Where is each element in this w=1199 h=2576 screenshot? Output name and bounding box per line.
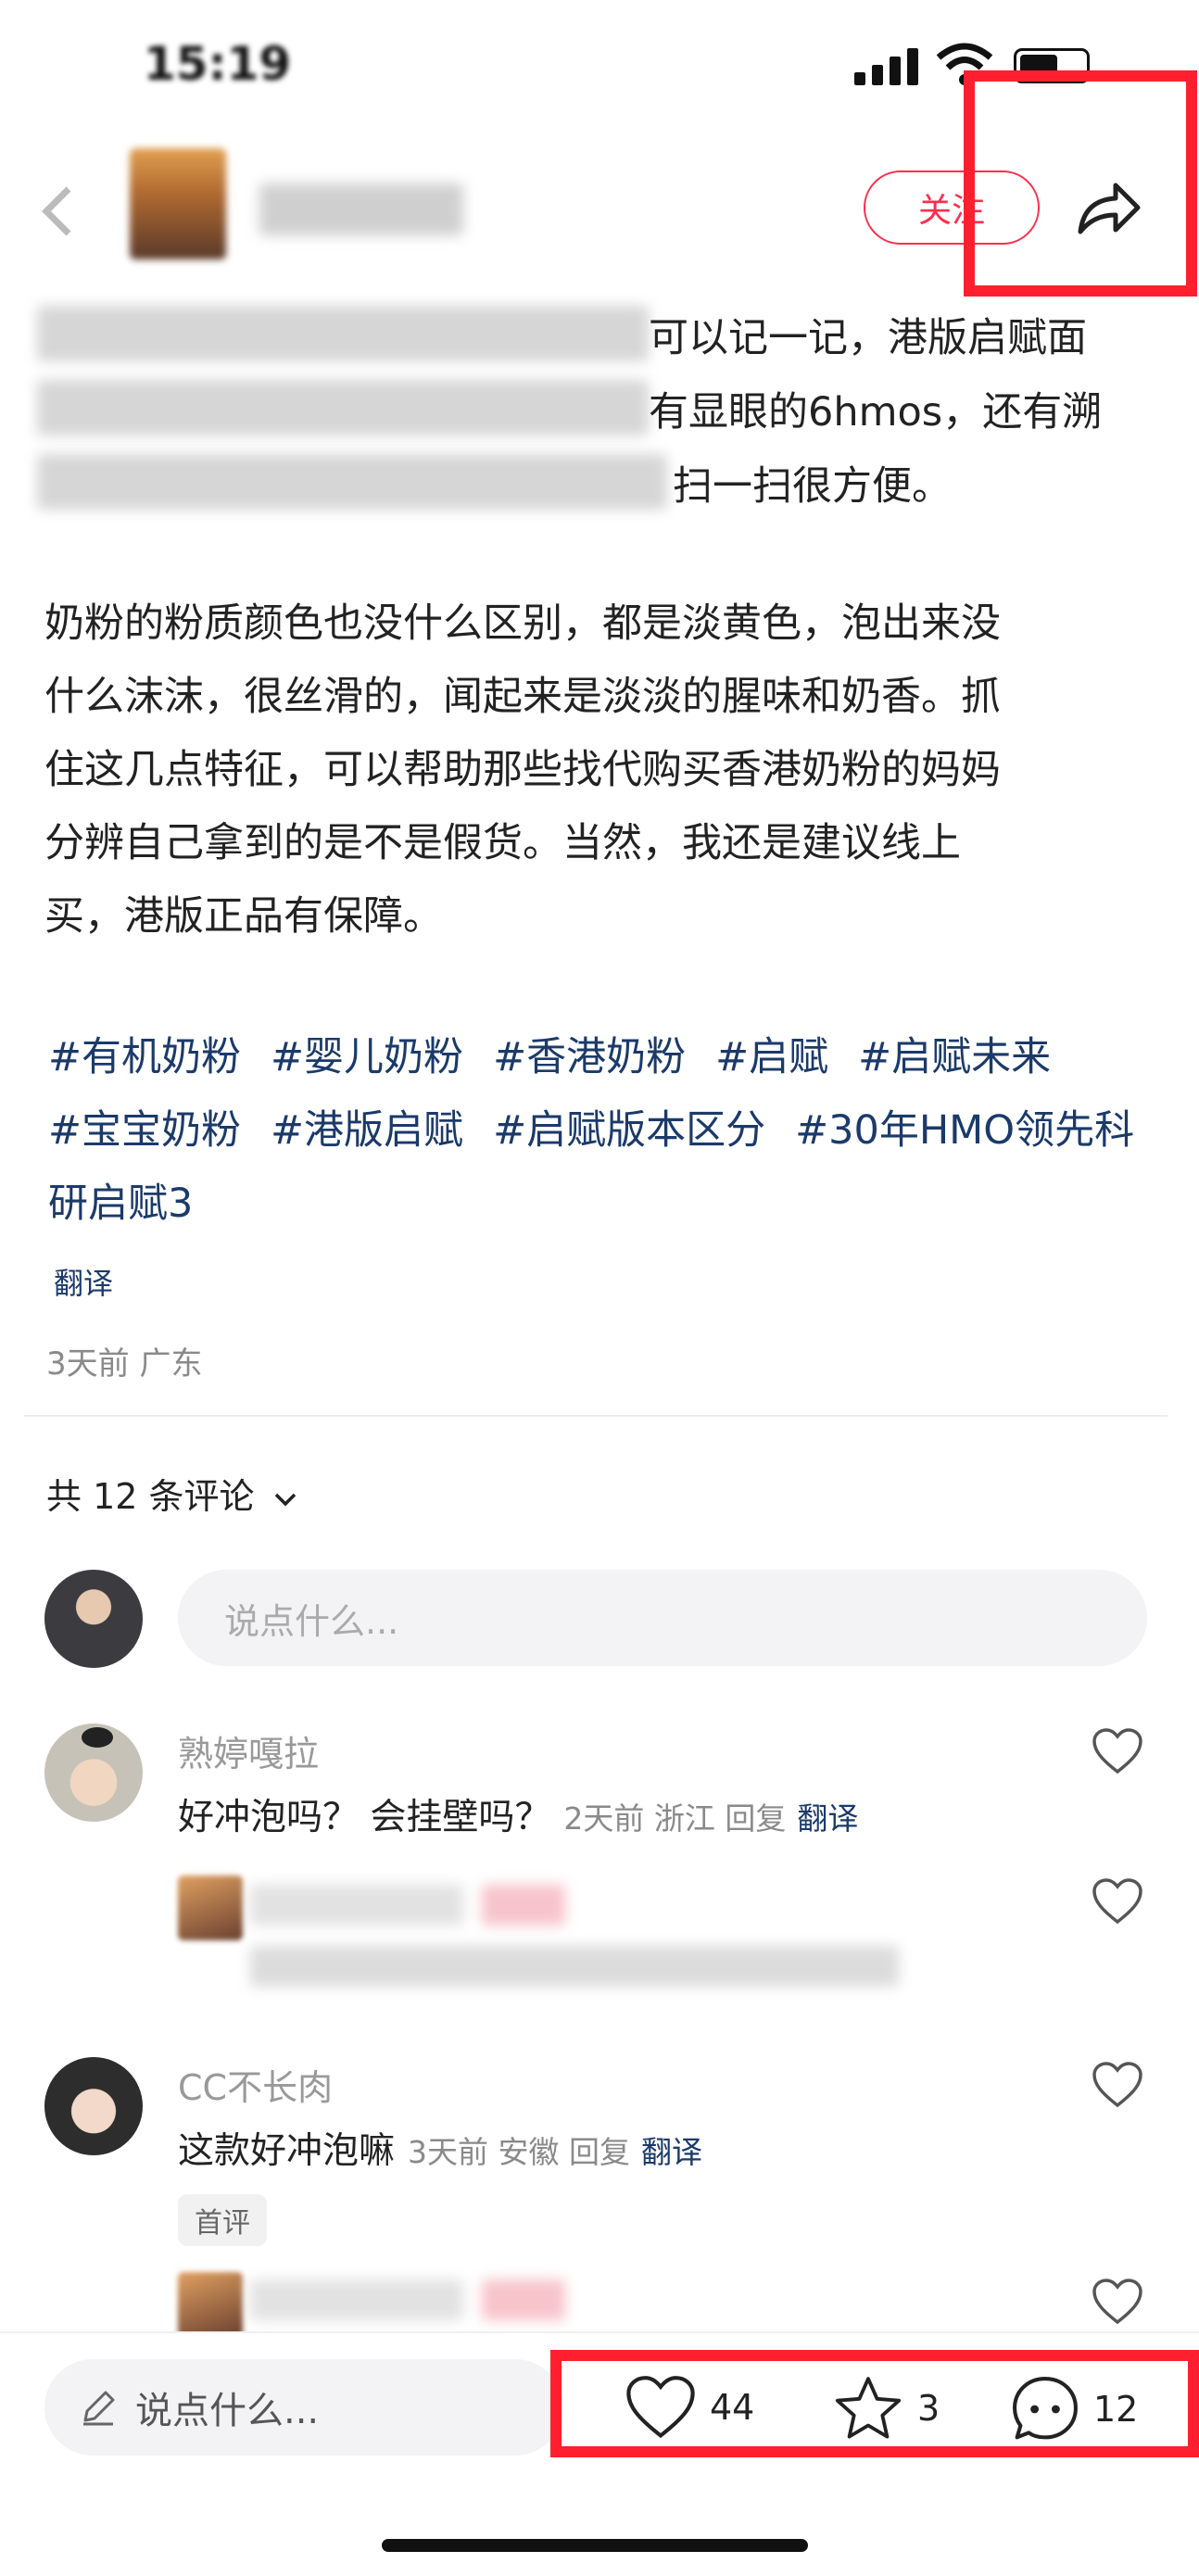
heart-icon[interactable]: [1092, 2061, 1143, 2109]
hashtags-line2: #宝宝奶粉 #港版启赋 #启赋版本区分 #30年HMO领先科研启赋3: [48, 1094, 1160, 1241]
bottom-input-placeholder: 说点什么...: [135, 2390, 320, 2432]
blurred-text: [250, 2279, 463, 2320]
reply-avatar[interactable]: [178, 2272, 243, 2337]
hashtag[interactable]: #启赋: [715, 1034, 828, 1080]
hashtag[interactable]: #宝宝奶粉: [48, 1107, 241, 1154]
my-avatar: [44, 1570, 143, 1668]
hashtags-line1: #有机奶粉 #婴儿奶粉 #香港奶粉 #启赋 #启赋未来: [48, 1021, 1160, 1094]
blurred-text: [482, 2279, 565, 2320]
post-text-line1: 可以记一记，港版启赋面: [649, 315, 1087, 361]
hashtag[interactable]: #启赋版本区分: [493, 1107, 765, 1154]
post-paragraph: 奶粉的粉质颜色也没什么区别，都是淡黄色，泡出来没 什么沫沫，很丝滑的，闻起来是淡…: [44, 600, 1001, 940]
comment-input[interactable]: 说点什么...: [178, 1570, 1147, 1666]
share-highlight-box: [964, 70, 1197, 297]
home-indicator[interactable]: [382, 2539, 808, 2552]
blurred-text: [37, 306, 649, 361]
heart-icon[interactable]: [1092, 1877, 1143, 1926]
commenter-avatar[interactable]: [44, 1724, 143, 1822]
bottom-comment-input[interactable]: 说点什么...: [44, 2359, 563, 2456]
heart-icon[interactable]: [1092, 1727, 1143, 1775]
commenter-avatar[interactable]: [44, 2057, 143, 2155]
blurred-text: [37, 380, 649, 436]
reply-avatar[interactable]: [178, 1875, 243, 1940]
comment-text: 好冲泡吗？ 会挂壁吗？ 2天前 浙江 回复 翻译: [178, 1788, 858, 1840]
comment-text: 这款好冲泡嘛 3天前 安徽 回复 翻译: [178, 2122, 702, 2174]
post-text-line3: 扫一扫很方便。: [673, 463, 952, 510]
blurred-text: [37, 454, 667, 510]
post-meta: 3天前 广东: [46, 1345, 203, 1383]
comment-meta[interactable]: 3天前 安徽 回复: [408, 2134, 630, 2170]
comment-body: 好冲泡吗？ 会挂壁吗？: [178, 1797, 551, 1838]
comment-translate[interactable]: 翻译: [797, 1800, 858, 1837]
blurred-text: [250, 1885, 463, 1926]
hashtag[interactable]: #港版启赋: [271, 1107, 463, 1154]
hashtag[interactable]: #启赋未来: [858, 1034, 1051, 1080]
blurred-text: [250, 1946, 899, 1987]
back-icon[interactable]: [39, 183, 76, 239]
commenter-name[interactable]: 熟婷嘎拉: [178, 1725, 319, 1776]
first-comment-badge: 首评: [178, 2194, 267, 2246]
hashtag[interactable]: #有机奶粉: [48, 1034, 241, 1080]
divider: [24, 1415, 1167, 1417]
pencil-icon: [83, 2391, 115, 2426]
translate-link[interactable]: 翻译: [54, 1260, 113, 1303]
hashtag[interactable]: #香港奶粉: [493, 1034, 686, 1080]
blurred-text: [482, 1885, 565, 1926]
commenter-name[interactable]: CC不长肉: [178, 2059, 333, 2110]
signal-icon: [854, 44, 921, 85]
comment-meta[interactable]: 2天前 浙江 回复: [563, 1800, 786, 1837]
author-avatar[interactable]: [130, 148, 226, 259]
comment-body: 这款好冲泡嘛: [178, 2130, 396, 2172]
stats-highlight-box: [550, 2350, 1199, 2457]
post-text-line2: 有显眼的6hmos，还有溯: [649, 389, 1103, 436]
hashtag[interactable]: #婴儿奶粉: [271, 1034, 463, 1080]
comment-count-label: 共 12 条评论: [46, 1476, 255, 1517]
heart-icon[interactable]: [1092, 2278, 1143, 2326]
author-name[interactable]: [259, 183, 463, 235]
status-time: 15:19: [144, 37, 292, 91]
chevron-down-icon: [274, 1493, 296, 1506]
comment-count[interactable]: 共 12 条评论: [46, 1468, 297, 1519]
comment-translate[interactable]: 翻译: [641, 2134, 702, 2170]
